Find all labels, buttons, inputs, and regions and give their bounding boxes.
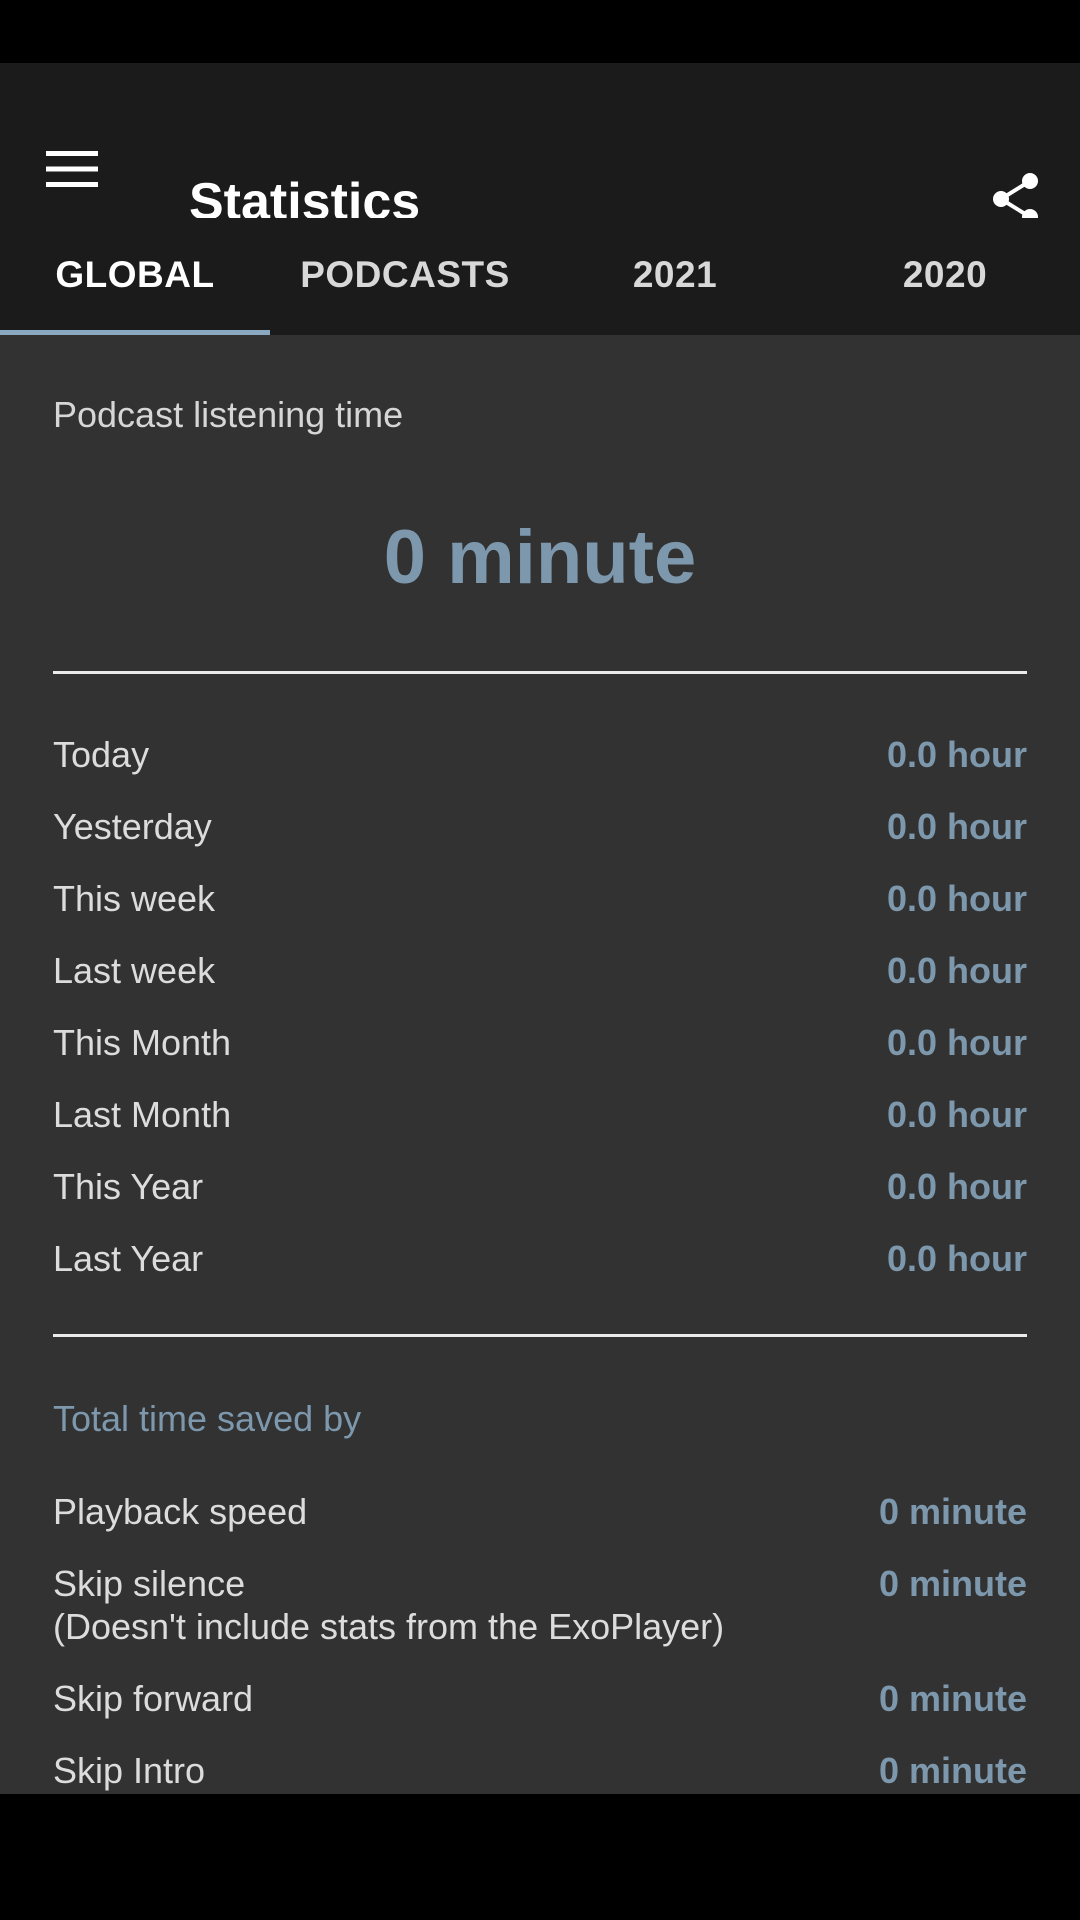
period-value: 0.0 hour [886,1094,1027,1135]
status-bar [0,0,1080,63]
period-row-this-week: This week 0.0 hour [53,877,1027,937]
period-value: 0.0 hour [886,1238,1027,1279]
saved-value: 0 minute [878,1678,1027,1719]
period-label: This week [53,878,216,919]
saved-label: Playback speed [53,1491,308,1532]
saved-label: Skip Intro [53,1750,206,1791]
saved-value: 0 minute [878,1491,1027,1532]
period-label: Last week [53,950,216,991]
period-value: 0.0 hour [886,1022,1027,1063]
saved-value: 0 minute [878,1563,1027,1604]
tab-2021[interactable]: 2021 [540,218,810,331]
period-value: 0.0 hour [886,806,1027,847]
listening-time-label: Podcast listening time [53,394,404,435]
saved-label: Skip forward [53,1678,254,1719]
saved-row-playback-speed: Playback speed 0 minute [53,1490,1027,1550]
period-label: Last Year [53,1238,204,1279]
tab-global[interactable]: GLOBAL [0,218,270,331]
saved-note: (Doesn't include stats from the ExoPlaye… [53,1606,725,1647]
tab-2020[interactable]: 2020 [810,218,1080,331]
menu-button[interactable] [36,133,108,205]
period-row-last-year: Last Year 0.0 hour [53,1237,1027,1297]
period-label: This Year [53,1166,204,1207]
time-saved-title: Total time saved by [53,1398,362,1439]
period-label: Yesterday [53,806,212,847]
period-value: 0.0 hour [886,950,1027,991]
period-value: 0.0 hour [886,734,1027,775]
period-row-this-year: This Year 0.0 hour [53,1165,1027,1225]
statistics-content[interactable]: Podcast listening time 0 minute Today 0.… [0,335,1080,1794]
period-value: 0.0 hour [886,878,1027,919]
saved-row-skip-intro: Skip Intro 0 minute [53,1749,1027,1794]
period-value: 0.0 hour [886,1166,1027,1207]
period-row-last-week: Last week 0.0 hour [53,949,1027,1009]
saved-row-skip-forward: Skip forward 0 minute [53,1677,1027,1737]
period-row-last-month: Last Month 0.0 hour [53,1093,1027,1153]
listening-time-total: 0 minute [383,515,697,600]
navigation-bar [0,1794,1080,1920]
period-label: This Month [53,1022,232,1063]
hamburger-menu-icon [46,151,98,187]
saved-label: Skip silence [53,1563,246,1604]
tab-bar: GLOBAL PODCASTS 2021 2020 [0,218,1080,335]
period-row-yesterday: Yesterday 0.0 hour [53,805,1027,865]
period-row-this-month: This Month 0.0 hour [53,1021,1027,1081]
divider [53,671,1027,674]
divider [53,1334,1027,1337]
period-label: Today [53,734,150,775]
period-label: Last Month [53,1094,232,1135]
period-row-today: Today 0.0 hour [53,733,1027,793]
tab-podcasts[interactable]: PODCASTS [270,218,540,331]
saved-value: 0 minute [878,1750,1027,1791]
saved-row-skip-silence: Skip silence (Doesn't include stats from… [53,1562,1027,1662]
